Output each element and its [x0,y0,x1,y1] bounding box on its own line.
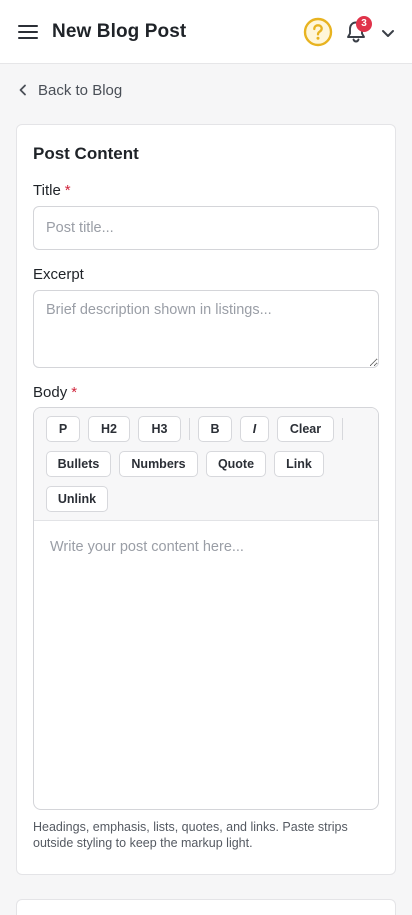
paragraph-button[interactable]: P [46,416,80,442]
back-to-blog-link[interactable]: Back to Blog [16,80,122,100]
heading2-button[interactable]: H2 [88,416,130,442]
app-header: New Blog Post 3 [0,0,412,64]
chevron-left-icon [19,84,26,96]
unlink-button[interactable]: Unlink [46,486,108,512]
italic-button[interactable]: I [240,416,269,442]
required-marker: * [64,182,71,199]
heading3-button[interactable]: H3 [138,416,181,442]
chevron-down-icon [382,30,394,37]
excerpt-textarea[interactable] [33,290,379,368]
link-button[interactable]: Link [274,451,324,477]
toolbar-divider [342,418,343,440]
body-help-text: Headings, emphasis, lists, quotes, and l… [33,820,348,850]
post-content-card: Post Content Title* Excerpt Body* P H2 H… [16,124,396,875]
profile-menu-toggle[interactable] [379,24,397,42]
page-title: New Blog Post [52,21,187,42]
menu-icon[interactable] [16,20,40,44]
body-label: Body * [33,384,78,401]
next-section-card [16,899,396,915]
quote-button[interactable]: Quote [206,451,266,477]
rich-text-editor: P H2 H3 B I Clear Bullets Numbers Quote … [33,407,379,810]
title-label: Title * [33,182,71,199]
back-link-label: Back to Blog [38,81,123,99]
title-input[interactable] [33,206,379,250]
body-editor-area[interactable]: Write your post content here... [34,521,378,809]
notification-count-badge: 3 [356,16,372,32]
help-button[interactable] [303,17,333,47]
editor-toolbar: P H2 H3 B I Clear Bullets Numbers Quote … [34,408,378,521]
excerpt-label: Excerpt [33,266,84,283]
bold-button[interactable]: B [198,416,232,442]
numbers-button[interactable]: Numbers [119,451,198,477]
help-circle-icon [303,17,333,47]
required-marker: * [71,384,78,401]
body-placeholder: Write your post content here... [50,539,244,555]
card-title: Post Content [33,144,139,163]
clear-format-button[interactable]: Clear [277,416,334,442]
toolbar-divider [189,418,190,440]
bullets-button[interactable]: Bullets [46,451,111,477]
